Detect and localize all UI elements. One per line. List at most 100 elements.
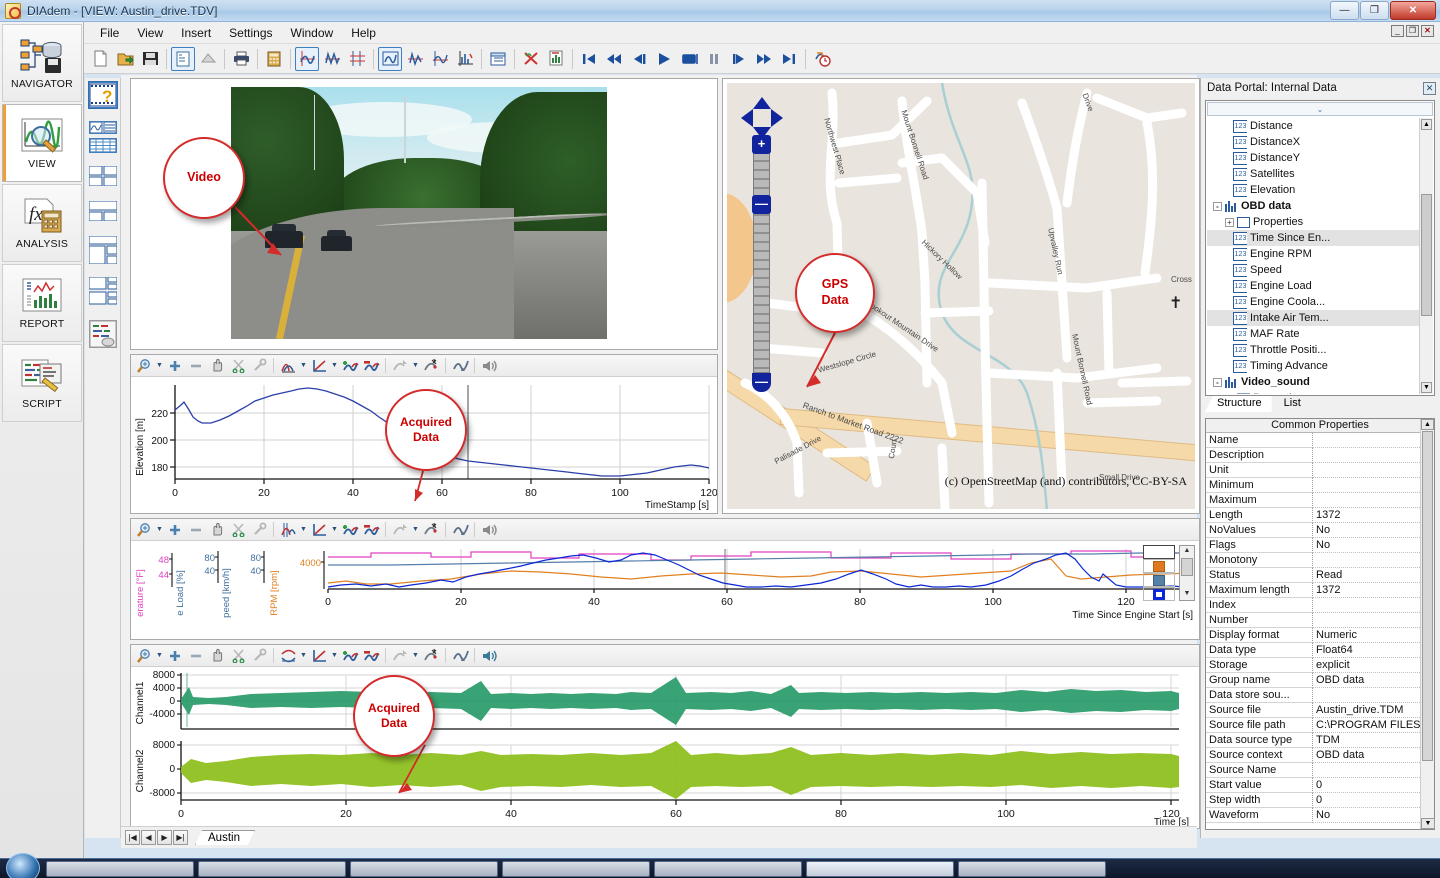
- layout-mixed-a-icon[interactable]: [88, 276, 117, 307]
- data-portal-tree-list[interactable]: 123 Distance 123 DistanceX 123 DistanceY…: [1207, 118, 1419, 394]
- start-button[interactable]: [6, 853, 40, 878]
- tree-group-obd-data[interactable]: - OBD data: [1207, 198, 1419, 214]
- wrench-icon[interactable]: [249, 357, 269, 375]
- mdi-window-controls[interactable]: _ ❐ ✕: [1391, 25, 1434, 37]
- property-value[interactable]: 1372: [1313, 508, 1420, 523]
- axis-style-icon[interactable]: [309, 521, 329, 539]
- obd-legend-row-rpm[interactable]: [1143, 559, 1175, 573]
- time-sync-icon[interactable]: [810, 47, 834, 71]
- tree-item-throttle-position[interactable]: 123 Throttle Positi...: [1207, 342, 1419, 358]
- data-portal-close-icon[interactable]: ✕: [1423, 81, 1436, 95]
- obd-legend-row-empty[interactable]: [1143, 545, 1175, 559]
- cursor-dropdown[interactable]: ▼: [411, 647, 420, 665]
- properties-list[interactable]: Name Description Unit Minimum Maximum Le…: [1206, 433, 1420, 829]
- curve-multi-icon[interactable]: [320, 47, 344, 71]
- layout-2x2-icon[interactable]: [88, 165, 117, 188]
- tree-item-engine-rpm[interactable]: 123 Engine RPM: [1207, 246, 1419, 262]
- pan-hand-icon[interactable]: [207, 521, 227, 539]
- tab-structure[interactable]: Structure: [1205, 396, 1272, 412]
- properties-scrollbar[interactable]: ▲ ▼: [1420, 419, 1435, 829]
- expand-icon[interactable]: +: [1225, 393, 1234, 394]
- property-value[interactable]: explicit: [1313, 658, 1420, 673]
- axis-style-dropdown[interactable]: ▼: [330, 521, 339, 539]
- sheet-nav-first[interactable]: |◀: [125, 830, 140, 845]
- taskbar-item[interactable]: [654, 860, 802, 877]
- jump-end-icon[interactable]: [777, 47, 801, 71]
- rewind-icon[interactable]: [602, 47, 626, 71]
- tree-group-video-sound[interactable]: - Video_sound: [1207, 374, 1419, 390]
- tree-item-intake-air-temp[interactable]: 123 Intake Air Tem...: [1207, 310, 1419, 326]
- collapse-icon[interactable]: -: [1213, 377, 1222, 387]
- add-curve-icon[interactable]: [340, 357, 360, 375]
- curve-style-dropdown[interactable]: ▼: [299, 357, 308, 375]
- rail-item-report[interactable]: REPORT: [2, 264, 82, 342]
- tree-scroll-up-icon[interactable]: ▲: [1421, 119, 1432, 130]
- window-controls[interactable]: — ❐ ✕: [1330, 1, 1436, 20]
- free-cursor-icon[interactable]: [450, 521, 470, 539]
- axis-style-dropdown[interactable]: ▼: [330, 647, 339, 665]
- cursor-icon[interactable]: [390, 357, 410, 375]
- remove-curve-icon[interactable]: [361, 521, 381, 539]
- properties-scroll-up-icon[interactable]: ▲: [1421, 419, 1434, 430]
- pan-hand-icon[interactable]: [207, 357, 227, 375]
- layout-full-icon[interactable]: [88, 200, 117, 223]
- new-document-icon[interactable]: [88, 47, 112, 71]
- curve-2d-icon[interactable]: [295, 46, 319, 71]
- map-zoom-in-button[interactable]: +: [752, 135, 771, 154]
- property-value[interactable]: [1313, 688, 1420, 703]
- tree-scroll-thumb[interactable]: [1421, 194, 1432, 316]
- property-value[interactable]: No: [1313, 808, 1420, 823]
- sound-icon[interactable]: [479, 647, 499, 665]
- tree-scrollbar[interactable]: ▲ ▼: [1419, 118, 1433, 394]
- property-value[interactable]: Float64: [1313, 643, 1420, 658]
- property-value[interactable]: [1313, 493, 1420, 508]
- load-data-icon[interactable]: [196, 47, 220, 71]
- add-curve-icon[interactable]: [340, 521, 360, 539]
- cursor-icon[interactable]: [390, 521, 410, 539]
- collapse-icon[interactable]: -: [1213, 201, 1222, 211]
- tree-item-properties[interactable]: + Properties: [1207, 214, 1419, 230]
- graph-single-icon[interactable]: [378, 46, 402, 71]
- property-value[interactable]: C:\PROGRAM FILES...: [1313, 718, 1420, 733]
- scissors-icon[interactable]: [228, 521, 248, 539]
- taskbar-item[interactable]: [502, 860, 650, 877]
- property-value[interactable]: [1313, 613, 1420, 628]
- tree-item-distance[interactable]: 123 Distance: [1207, 118, 1419, 134]
- curve-style-icon[interactable]: [278, 521, 298, 539]
- data-portal-filter-bar[interactable]: ⌄: [1207, 102, 1433, 116]
- expand-icon[interactable]: +: [1225, 217, 1234, 227]
- curve-overlay-icon[interactable]: [345, 47, 369, 71]
- tree-item-speed[interactable]: 123 Speed: [1207, 262, 1419, 278]
- sound-icon[interactable]: [479, 357, 499, 375]
- map-zoom-out-button[interactable]: —: [752, 373, 771, 392]
- zoom-out-icon[interactable]: [186, 357, 206, 375]
- property-value[interactable]: OBD data: [1313, 748, 1420, 763]
- zoom-in-icon[interactable]: [165, 357, 185, 375]
- tab-list[interactable]: List: [1271, 396, 1311, 412]
- axis-style-icon[interactable]: [309, 647, 329, 665]
- add-curve-icon[interactable]: [340, 647, 360, 665]
- tree-item-engine-load[interactable]: 123 Engine Load: [1207, 278, 1419, 294]
- tree-item-satellites[interactable]: 123 Satellites: [1207, 166, 1419, 182]
- curve-style-icon[interactable]: [278, 357, 298, 375]
- property-value[interactable]: No: [1313, 523, 1420, 538]
- save-icon[interactable]: [138, 47, 162, 71]
- sheet-nav-next[interactable]: ▶: [157, 830, 172, 845]
- obd-legend-row-speed[interactable]: [1143, 587, 1175, 601]
- band-cursor-icon[interactable]: [421, 647, 441, 665]
- graph-bar-icon[interactable]: [453, 47, 477, 71]
- properties-scroll-down-icon[interactable]: ▼: [1421, 818, 1435, 829]
- cursor-dropdown[interactable]: ▼: [411, 357, 420, 375]
- zoom-icon[interactable]: [134, 647, 154, 665]
- property-value[interactable]: [1313, 463, 1420, 478]
- menu-item-window[interactable]: Window: [283, 24, 342, 42]
- property-value[interactable]: [1313, 598, 1420, 613]
- menu-item-insert[interactable]: Insert: [173, 24, 219, 42]
- map-panel[interactable]: Northwest Place Mount Bonnell Road Hicko…: [722, 78, 1200, 514]
- layout-split-icon[interactable]: [88, 235, 117, 265]
- pan-hand-icon[interactable]: [207, 647, 227, 665]
- tree-item-maf-rate[interactable]: 123 MAF Rate: [1207, 326, 1419, 342]
- free-cursor-icon[interactable]: [450, 357, 470, 375]
- map-canvas[interactable]: Northwest Place Mount Bonnell Road Hicko…: [727, 83, 1195, 509]
- jump-start-icon[interactable]: [577, 47, 601, 71]
